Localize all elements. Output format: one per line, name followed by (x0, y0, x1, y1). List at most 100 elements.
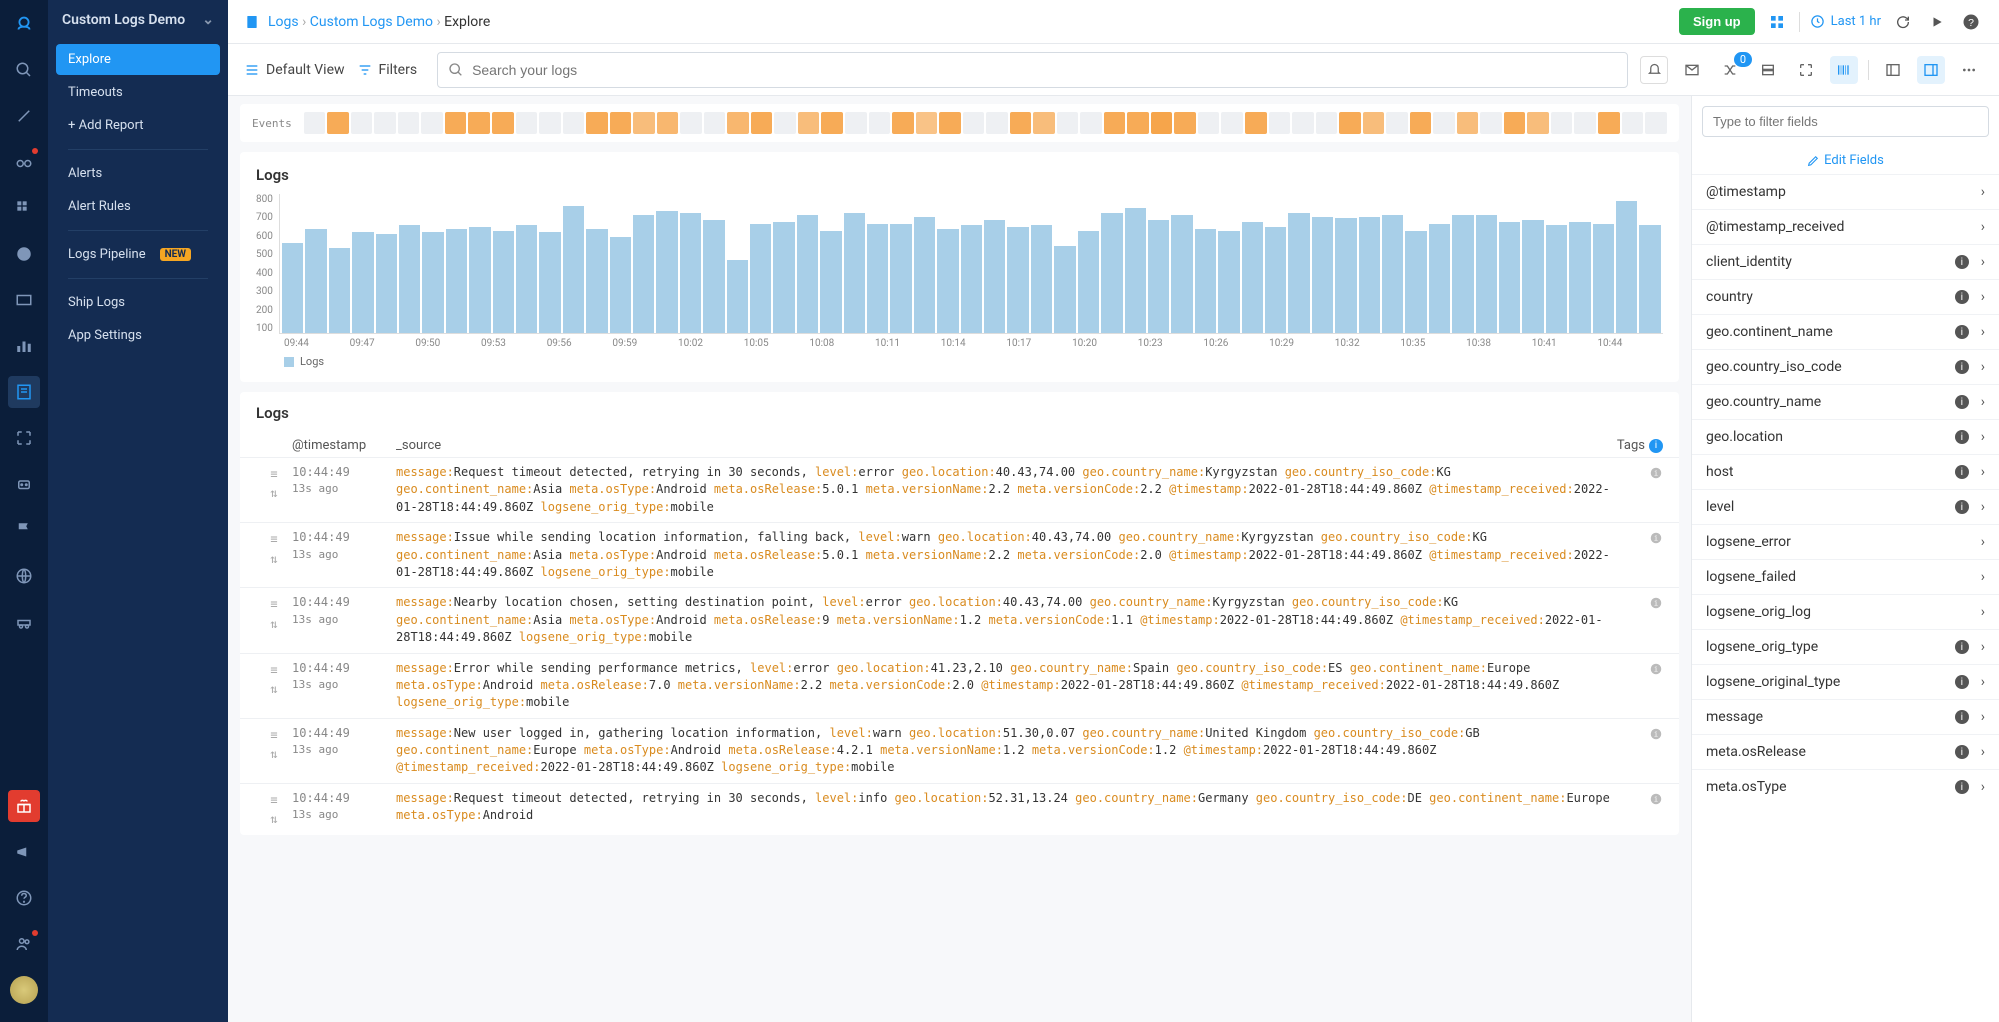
fullscreen-icon[interactable] (1792, 56, 1820, 84)
chart-bar[interactable] (984, 220, 1005, 333)
chart-bar[interactable] (1359, 217, 1380, 333)
chart-bar[interactable] (1452, 215, 1473, 333)
event-cell[interactable] (1057, 112, 1079, 134)
chart-bar[interactable] (493, 231, 514, 334)
col-tags[interactable]: Tags i (1603, 438, 1663, 453)
event-cell[interactable] (516, 112, 538, 134)
globe-icon[interactable] (8, 560, 40, 592)
event-cell[interactable] (610, 112, 632, 134)
rocket-icon[interactable] (8, 100, 40, 132)
sidebar-item[interactable]: Ship Logs (56, 287, 220, 318)
field-row[interactable]: meta.osReleasei› (1692, 734, 1999, 769)
event-cell[interactable] (1339, 112, 1361, 134)
megaphone-icon[interactable] (8, 836, 40, 868)
server-icon[interactable] (1754, 56, 1782, 84)
chart-bar[interactable] (1522, 220, 1543, 333)
event-cell[interactable] (1574, 112, 1596, 134)
field-row[interactable]: geo.country_iso_codei› (1692, 349, 1999, 384)
chart-bar[interactable] (1031, 225, 1052, 333)
field-row[interactable]: geo.country_namei› (1692, 384, 1999, 419)
event-cell[interactable] (1104, 112, 1126, 134)
robot-icon[interactable] (8, 468, 40, 500)
people-icon[interactable] (8, 928, 40, 960)
search-input[interactable] (472, 62, 1617, 78)
menu-icon[interactable]: ≡ (270, 662, 277, 679)
panel-left-icon[interactable] (1879, 56, 1907, 84)
car-icon[interactable] (8, 606, 40, 638)
expand-icon[interactable]: ⇅ (270, 485, 277, 502)
chart-bar[interactable] (914, 217, 935, 333)
edit-fields-button[interactable]: Edit Fields (1692, 147, 1999, 174)
chart-bar[interactable] (516, 225, 537, 333)
chart-bar[interactable] (820, 231, 841, 334)
signup-button[interactable]: Sign up (1679, 8, 1755, 35)
avatar-icon[interactable] (8, 974, 40, 1006)
help-icon[interactable] (8, 882, 40, 914)
chart-bar[interactable] (1125, 208, 1146, 333)
chart-bar[interactable] (1288, 213, 1309, 333)
event-cell[interactable] (1457, 112, 1479, 134)
event-cell[interactable] (586, 112, 608, 134)
chart-bar[interactable] (376, 234, 397, 333)
field-row[interactable]: hosti› (1692, 454, 1999, 489)
chart-bar[interactable] (352, 232, 373, 333)
log-row[interactable]: ≡⇅10:44:4913s agomessage:New user logged… (240, 718, 1679, 783)
chart-bar[interactable] (563, 206, 584, 333)
mail-icon[interactable] (1678, 56, 1706, 84)
log-row[interactable]: ≡⇅10:44:4913s agomessage:Error while sen… (240, 653, 1679, 718)
event-cell[interactable] (963, 112, 985, 134)
field-row[interactable]: messagei› (1692, 699, 1999, 734)
row-tag-icon[interactable]: i (1623, 594, 1663, 646)
event-cell[interactable] (1410, 112, 1432, 134)
event-cell[interactable] (1080, 112, 1102, 134)
event-cell[interactable] (1151, 112, 1173, 134)
row-tag-icon[interactable]: i (1623, 660, 1663, 712)
chart-bar[interactable] (1218, 231, 1239, 334)
field-row[interactable]: client_identityi› (1692, 244, 1999, 279)
event-cell[interactable] (916, 112, 938, 134)
row-tag-icon[interactable]: i (1623, 790, 1663, 829)
event-cell[interactable] (1551, 112, 1573, 134)
event-cell[interactable] (539, 112, 561, 134)
field-row[interactable]: logsene_orig_log› (1692, 594, 1999, 629)
chart-bar[interactable] (1382, 215, 1403, 333)
event-cell[interactable] (774, 112, 796, 134)
event-cell[interactable] (1433, 112, 1455, 134)
field-row[interactable]: logsene_failed› (1692, 559, 1999, 594)
field-row[interactable]: leveli› (1692, 489, 1999, 524)
chart-bar[interactable] (1429, 224, 1450, 333)
event-cell[interactable] (657, 112, 679, 134)
menu-icon[interactable]: ≡ (270, 792, 277, 809)
chart-bar[interactable] (867, 224, 888, 333)
log-row[interactable]: ≡⇅10:44:4913s agomessage:Request timeout… (240, 457, 1679, 522)
default-view-button[interactable]: Default View (244, 62, 345, 78)
chart-bar[interactable] (1405, 231, 1426, 334)
field-row[interactable]: @timestamp› (1692, 174, 1999, 209)
event-cell[interactable] (633, 112, 655, 134)
event-cell[interactable] (1221, 112, 1243, 134)
event-cell[interactable] (1292, 112, 1314, 134)
search-icon[interactable] (8, 54, 40, 86)
inbox-icon[interactable] (8, 284, 40, 316)
gift-icon[interactable] (8, 790, 40, 822)
grid-icon[interactable] (8, 192, 40, 224)
event-cell[interactable] (1527, 112, 1549, 134)
sidebar-item[interactable]: Explore (56, 44, 220, 75)
event-cell[interactable] (445, 112, 467, 134)
flag-icon[interactable] (8, 514, 40, 546)
field-row[interactable]: geo.locationi› (1692, 419, 1999, 454)
event-cell[interactable] (1033, 112, 1055, 134)
chart-bar[interactable] (1195, 229, 1216, 333)
chart-bar[interactable] (773, 222, 794, 333)
event-cell[interactable] (821, 112, 843, 134)
expand-icon[interactable]: ⇅ (270, 551, 277, 568)
chart-bar[interactable] (422, 232, 443, 333)
chart-bar[interactable] (305, 229, 326, 333)
play-icon[interactable] (1925, 10, 1949, 34)
chart-bar[interactable] (1569, 222, 1590, 333)
event-cell[interactable] (1504, 112, 1526, 134)
refresh-icon[interactable] (1891, 10, 1915, 34)
chart-bar[interactable] (680, 213, 701, 333)
logs-icon[interactable] (8, 376, 40, 408)
filters-button[interactable]: Filters (357, 62, 418, 78)
